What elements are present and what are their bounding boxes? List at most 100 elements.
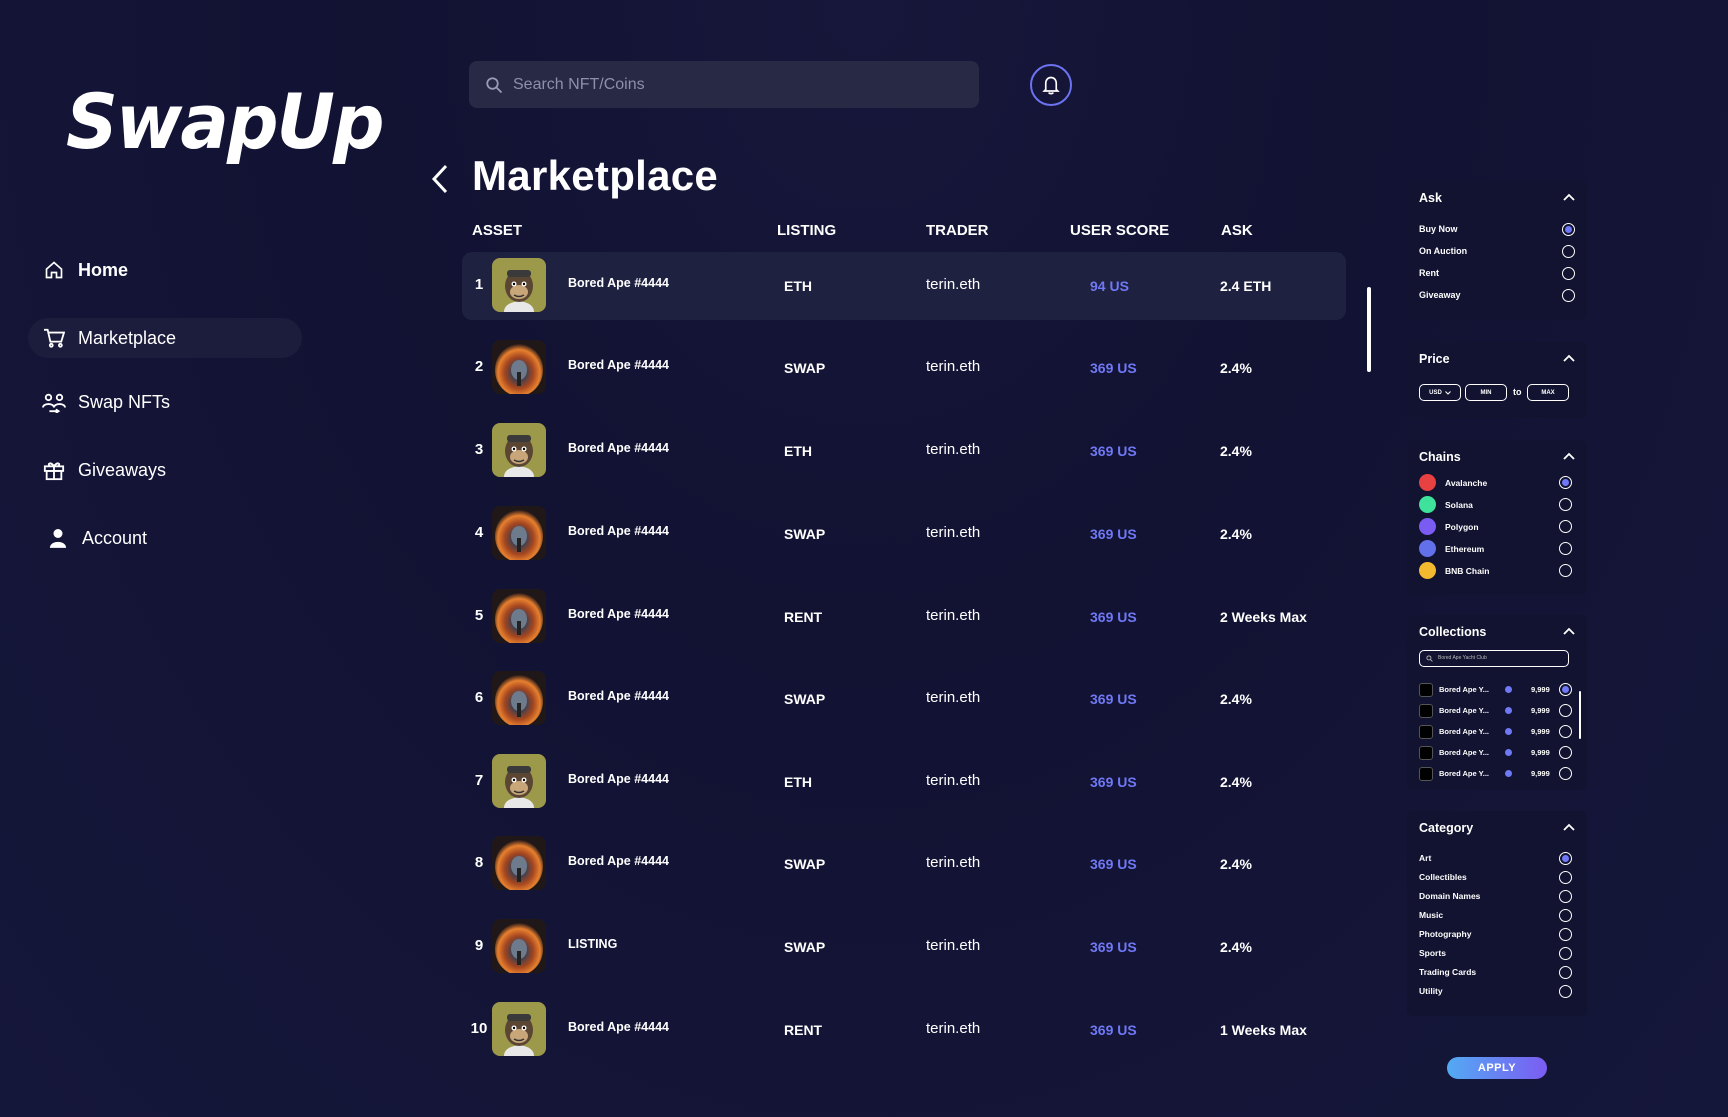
table-scrollbar[interactable] [1367, 287, 1371, 372]
sidebar-item-giveaways[interactable]: Giveaways [28, 450, 302, 490]
chevron-up-icon[interactable] [1563, 627, 1575, 635]
category-option-radio[interactable] [1559, 985, 1572, 998]
collection-item[interactable]: Bored Ape Y... 9,999 [1419, 746, 1569, 760]
verified-badge-icon [1505, 749, 1512, 756]
search-bar[interactable] [469, 61, 979, 108]
table-row[interactable]: 6 Bored Ape #4444 SWAP terin.eth 369 US 2.4% [462, 665, 1346, 733]
collection-radio[interactable] [1559, 683, 1572, 696]
category-option-radio[interactable] [1559, 928, 1572, 941]
chain-radio[interactable] [1559, 542, 1572, 555]
sidebar-item-swap-nfts[interactable]: Swap NFTs [28, 382, 302, 422]
collection-search-input[interactable]: Bored Ape Yacht Club [1419, 650, 1569, 667]
chain-radio[interactable] [1559, 564, 1572, 577]
nft-thumbnail [492, 919, 546, 973]
row-asset-name[interactable]: LISTING [568, 937, 617, 951]
row-trader[interactable]: terin.eth [926, 607, 980, 624]
chevron-up-icon[interactable] [1563, 354, 1575, 362]
collection-count: 9,999 [1531, 748, 1550, 757]
chain-radio[interactable] [1559, 476, 1572, 489]
chain-bnb-chain-icon [1419, 562, 1436, 579]
category-option-radio[interactable] [1559, 947, 1572, 960]
price-min-input[interactable]: MIN [1465, 384, 1507, 401]
notification-button[interactable] [1030, 64, 1072, 106]
table-row[interactable]: 5 Bored Ape #4444 RENT terin.eth 369 US 2 Wee… [462, 583, 1346, 651]
collection-thumbnail [1419, 704, 1433, 718]
sidebar-item-label: Giveaways [78, 459, 167, 480]
row-trader[interactable]: terin.eth [926, 441, 980, 458]
row-asset-name[interactable]: Bored Ape #4444 [568, 441, 669, 455]
table-row[interactable]: 1 Bored Ape #4444 ETH terin.eth 94 US 2.4 ETH [462, 252, 1346, 320]
collection-name: Bored Ape Y... [1439, 685, 1490, 694]
row-asset-name[interactable]: Bored Ape #4444 [568, 358, 669, 372]
chevron-up-icon[interactable] [1563, 823, 1575, 831]
ask-option-radio[interactable] [1562, 289, 1575, 302]
collection-radio[interactable] [1559, 704, 1572, 717]
swapup-logo[interactable]: SwapUp [66, 84, 385, 176]
chain-radio[interactable] [1559, 520, 1572, 533]
category-option-radio[interactable] [1559, 871, 1572, 884]
collection-item[interactable]: Bored Ape Y... 9,999 [1419, 704, 1569, 718]
row-user-score: 369 US [1090, 526, 1137, 542]
back-button[interactable] [428, 162, 452, 196]
ask-option-radio[interactable] [1562, 267, 1575, 280]
row-trader[interactable]: terin.eth [926, 772, 980, 789]
chain-radio[interactable] [1559, 498, 1572, 511]
table-row[interactable]: 10 Bored Ape #4444 RENT terin.eth 369 US 1 We… [462, 996, 1346, 1064]
row-trader[interactable]: terin.eth [926, 1020, 980, 1037]
collection-radio[interactable] [1559, 767, 1572, 780]
search-icon [486, 76, 503, 93]
ask-option-radio[interactable] [1562, 223, 1575, 236]
cart-icon [42, 326, 66, 350]
ask-option-radio[interactable] [1562, 245, 1575, 258]
row-listing: SWAP [784, 939, 826, 955]
row-asset-name[interactable]: Bored Ape #4444 [568, 607, 669, 621]
category-option-radio[interactable] [1559, 890, 1572, 903]
row-ask: 2.4% [1220, 856, 1252, 872]
table-row[interactable]: 3 Bored Ape #4444 ETH terin.eth 369 US 2.4% [462, 417, 1346, 485]
price-max-input[interactable]: MAX [1527, 384, 1569, 401]
currency-select[interactable]: USD [1419, 384, 1461, 401]
row-asset-name[interactable]: Bored Ape #4444 [568, 854, 669, 868]
chevron-up-icon[interactable] [1563, 452, 1575, 460]
ask-option-label: On Auction [1419, 246, 1468, 256]
collection-item[interactable]: Bored Ape Y... 9,999 [1419, 725, 1569, 739]
row-asset-name[interactable]: Bored Ape #4444 [568, 524, 669, 538]
collection-item[interactable]: Bored Ape Y... 9,999 [1419, 767, 1569, 781]
collection-radio[interactable] [1559, 746, 1572, 759]
row-asset-name[interactable]: Bored Ape #4444 [568, 276, 669, 290]
row-asset-name[interactable]: Bored Ape #4444 [568, 1020, 669, 1034]
row-trader[interactable]: terin.eth [926, 276, 980, 293]
table-row[interactable]: 2 Bored Ape #4444 SWAP terin.eth 369 US 2.4% [462, 334, 1346, 402]
sidebar-item-account[interactable]: Account [28, 518, 302, 558]
filter-collections-title: Collections [1419, 625, 1487, 639]
table-row[interactable]: 4 Bored Ape #4444 SWAP terin.eth 369 US 2.4% [462, 500, 1346, 568]
row-trader[interactable]: terin.eth [926, 937, 980, 954]
collection-item[interactable]: Bored Ape Y... 9,999 [1419, 683, 1569, 697]
search-input[interactable] [513, 75, 953, 94]
row-trader[interactable]: terin.eth [926, 854, 980, 871]
row-listing: ETH [784, 774, 812, 790]
category-option-radio[interactable] [1559, 966, 1572, 979]
sidebar-item-marketplace[interactable]: Marketplace [28, 318, 302, 358]
collections-scrollbar[interactable] [1579, 691, 1581, 739]
row-asset-name[interactable]: Bored Ape #4444 [568, 689, 669, 703]
apply-button[interactable]: APPLY [1447, 1057, 1547, 1079]
sidebar-item-home[interactable]: Home [28, 250, 302, 290]
row-trader[interactable]: terin.eth [926, 689, 980, 706]
row-asset-name[interactable]: Bored Ape #4444 [568, 772, 669, 786]
category-option-radio[interactable] [1559, 909, 1572, 922]
home-icon [42, 258, 66, 282]
table-row[interactable]: 9 LISTING SWAP terin.eth 369 US 2.4% [462, 913, 1346, 981]
price-min-placeholder: MIN [1480, 389, 1492, 396]
nft-thumbnail [492, 671, 546, 725]
row-ask: 2.4% [1220, 526, 1252, 542]
collection-radio[interactable] [1559, 725, 1572, 738]
table-row[interactable]: 7 Bored Ape #4444 ETH terin.eth 369 US 2.4% [462, 748, 1346, 816]
table-row[interactable]: 8 Bored Ape #4444 SWAP terin.eth 369 US 2.4% [462, 830, 1346, 898]
chevron-up-icon[interactable] [1563, 193, 1575, 201]
row-trader[interactable]: terin.eth [926, 358, 980, 375]
filter-category-panel: Category Art Collectibles Domain Names Musi… [1407, 811, 1587, 1016]
row-ask: 1 Weeks Max [1220, 1022, 1307, 1038]
category-option-radio[interactable] [1559, 852, 1572, 865]
row-trader[interactable]: terin.eth [926, 524, 980, 541]
